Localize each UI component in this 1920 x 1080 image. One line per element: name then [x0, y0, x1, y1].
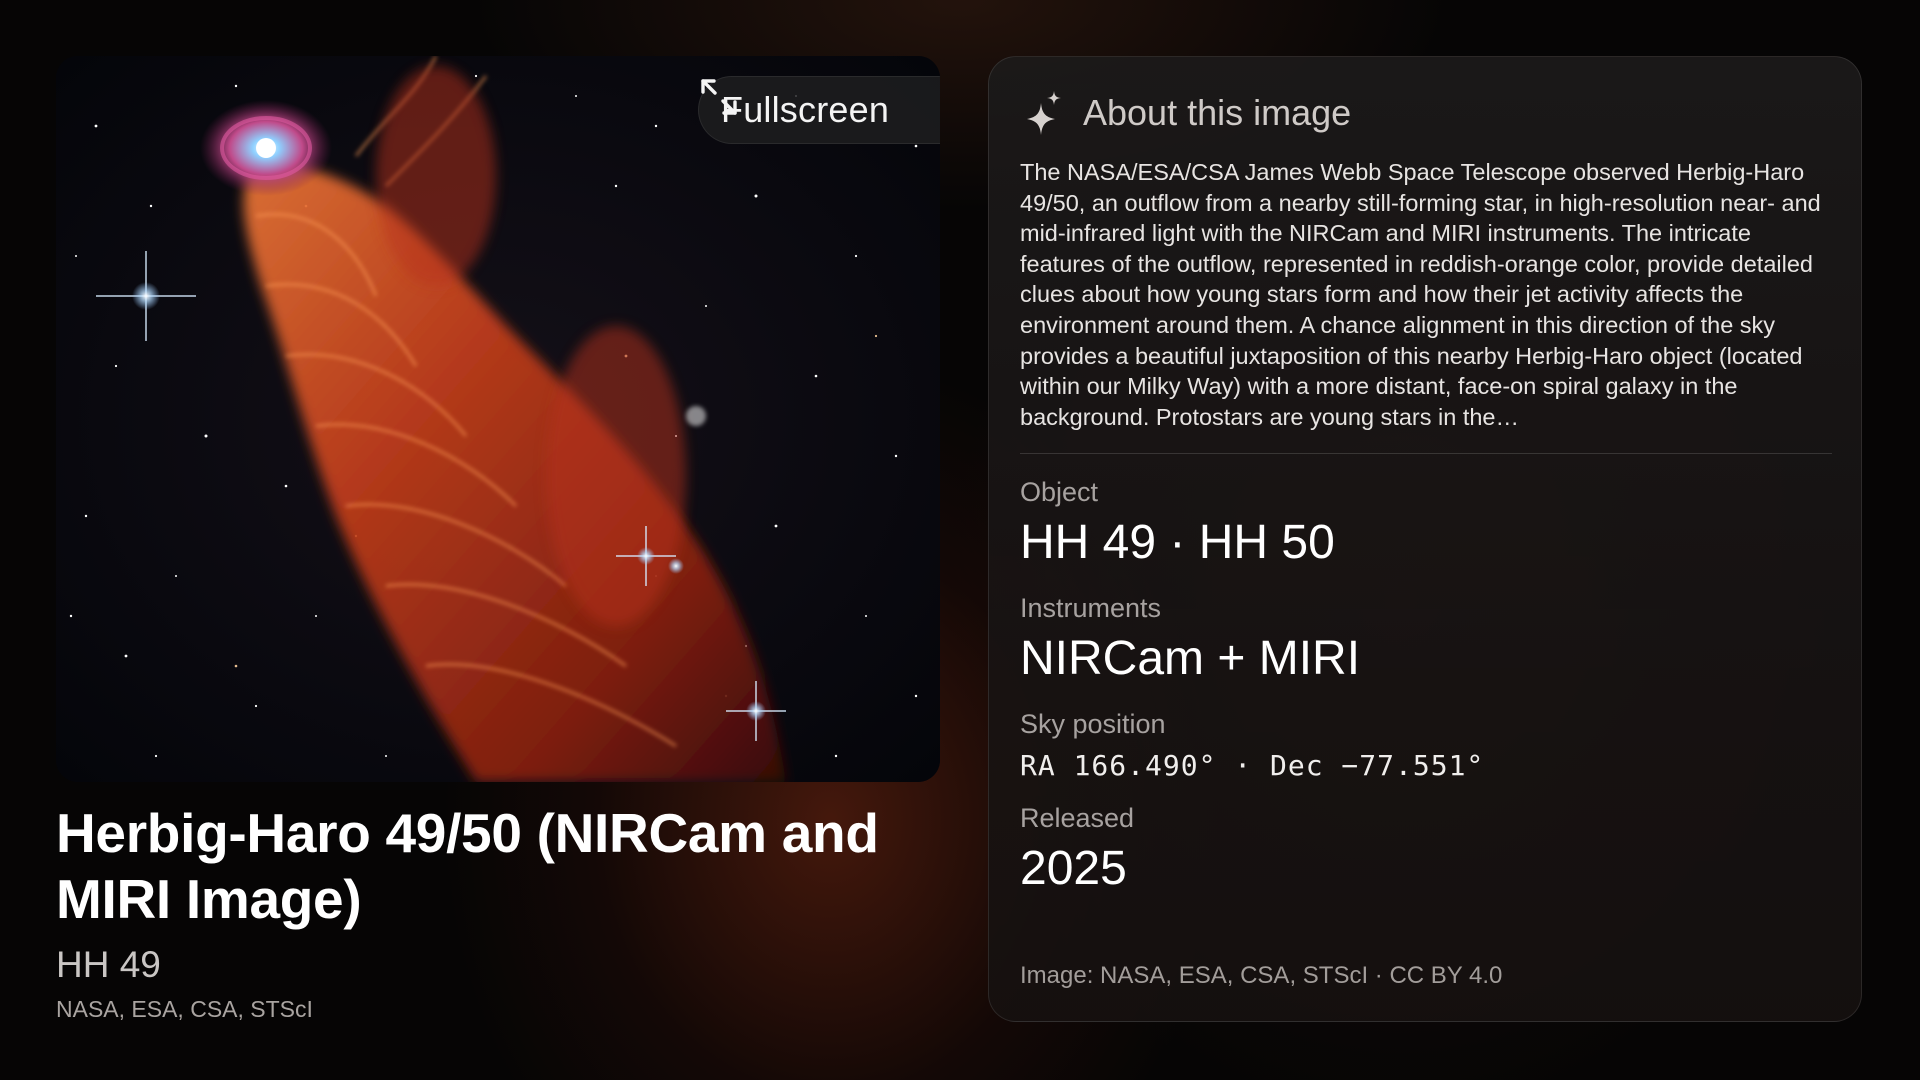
divider [1020, 453, 1832, 454]
fullscreen-label: Fullscreen [721, 89, 890, 130]
about-panel: About this image The NASA/ESA/CSA James … [988, 56, 1862, 1022]
image-subtitle: HH 49 [56, 944, 161, 985]
instruments-value: NIRCam + MIRI [1020, 632, 1361, 685]
about-header: About this image [1023, 91, 1351, 135]
featured-image[interactable]: Fullscreen [56, 56, 940, 782]
fullscreen-button[interactable]: Fullscreen [698, 76, 940, 144]
about-title: About this image [1083, 92, 1352, 133]
released-label: Released [1020, 803, 1135, 833]
license-credit: Image: NASA, ESA, CSA, STScI · CC BY 4.0 [1020, 962, 1503, 989]
instruments-label: Instruments [1020, 593, 1162, 623]
nebula-image [56, 56, 940, 782]
image-credit: NASA, ESA, CSA, STScI [56, 996, 313, 1022]
image-title: Herbig-Haro 49/50 (NIRCam and MIRI Image… [56, 802, 879, 930]
image-description: The NASA/ESA/CSA James Webb Space Telesc… [1020, 159, 1821, 430]
released-value: 2025 [1020, 842, 1127, 895]
sky-position-label: Sky position [1020, 709, 1166, 739]
object-value: HH 49 · HH 50 [1020, 516, 1335, 569]
sparkle-icon [1027, 91, 1061, 135]
sky-position-value: RA 166.490° · Dec −77.551° [1020, 749, 1485, 782]
expand-arrows-icon [701, 79, 737, 115]
object-label: Object [1020, 477, 1099, 507]
